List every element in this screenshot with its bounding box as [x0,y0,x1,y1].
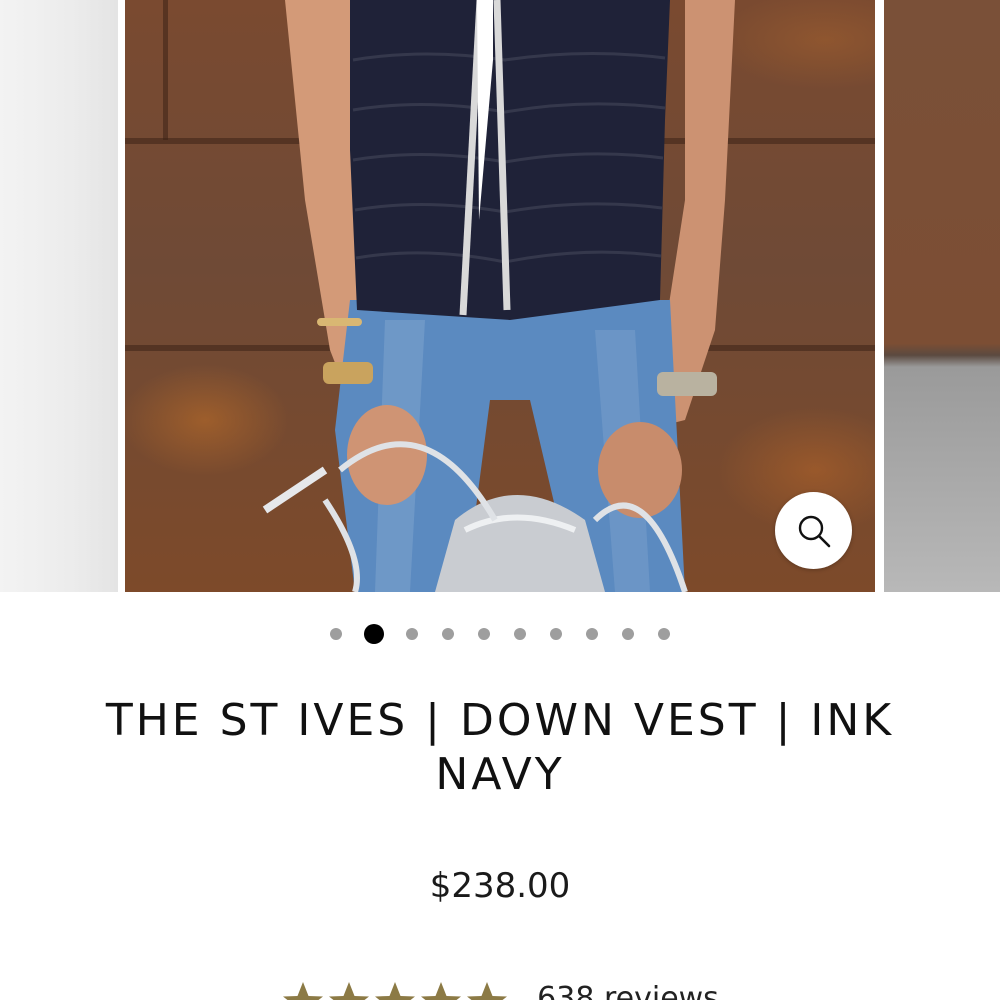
star-icon [421,982,462,1000]
product-price: $238.00 [429,866,571,906]
pagination-dot[interactable] [364,624,384,644]
pagination-dot[interactable] [622,628,634,640]
star-icon [467,982,508,1000]
pagination-dot[interactable] [406,628,418,640]
pagination-dot[interactable] [442,628,454,640]
zoom-button[interactable] [775,492,852,569]
reviews-link[interactable]: 638 reviews [537,984,719,1000]
magnifier-icon [798,515,830,547]
star-icon [283,982,324,1000]
pagination-dot[interactable] [658,628,670,640]
pagination-dot[interactable] [586,628,598,640]
product-image-gallery[interactable] [0,0,1000,592]
model-photo [262,0,735,592]
star-icon [329,982,370,1000]
pagination-dot[interactable] [478,628,490,640]
product-title: THE ST IVES | DOWN VEST | INK NAVY [105,695,895,800]
pagination-dot[interactable] [514,628,526,640]
previous-slide-image[interactable] [0,0,118,592]
pagination-dot[interactable] [550,628,562,640]
gallery-pagination [0,622,1000,646]
star-rating [281,980,509,1000]
rating-summary[interactable]: 638 reviews [0,980,1000,1000]
pagination-dot[interactable] [330,628,342,640]
star-icon [375,982,416,1000]
main-product-image[interactable] [125,0,875,592]
next-slide-image[interactable] [884,0,1000,592]
